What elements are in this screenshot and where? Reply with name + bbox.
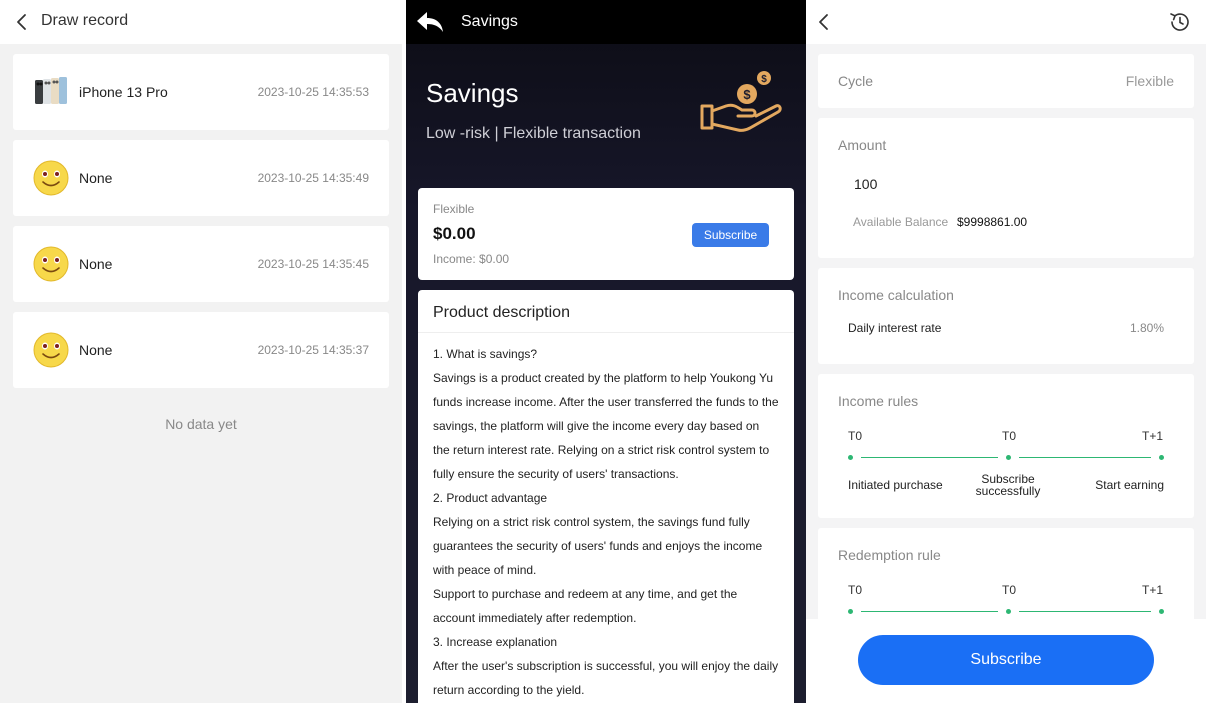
svg-text:$: $ [761, 74, 767, 85]
hero-title: Savings [426, 78, 519, 108]
timeline-step-time: T+1 [1142, 583, 1164, 597]
subscribe-form-screen: Cycle Flexible Amount 100 Available Bala… [806, 0, 1206, 703]
timeline-step-time: T0 [848, 429, 863, 443]
record-item[interactable]: iPhone 13 Pro 2023-10-25 14:35:53 [13, 54, 389, 130]
timeline-step-time: T+1 [1142, 429, 1164, 443]
description-line: savings, the platform will give the inco… [433, 419, 760, 433]
page-title: Savings [461, 13, 518, 30]
timeline-line [1019, 611, 1151, 612]
timeline-dot [1159, 455, 1164, 460]
redemption-rule-title: Redemption rule [838, 547, 941, 563]
page-title: Draw record [41, 12, 129, 29]
description-line: Relying on a strict risk control system,… [433, 515, 750, 529]
amount-label: Amount [838, 137, 887, 153]
empty-state-text: No data yet [165, 416, 237, 432]
timeline-step-time: T0 [848, 583, 863, 597]
available-balance-label: Available Balance [853, 215, 949, 229]
draw-record-header: Draw record [0, 0, 402, 44]
iphone-thumbnail [35, 77, 67, 104]
balance-amount: $0.00 [433, 224, 476, 243]
record-name: None [79, 170, 113, 186]
product-description-card: Product description 1. What is savings? … [418, 290, 794, 703]
record-item[interactable]: None 2023-10-25 14:35:37 [13, 312, 389, 388]
description-body: 1. What is savings? Savings is a product… [433, 342, 788, 702]
footer-bar: Subscribe [806, 619, 1206, 703]
hero-subtitle: Low -risk | Flexible transaction [426, 125, 641, 142]
record-time: 2023-10-25 14:35:53 [257, 85, 369, 99]
amount-card: Amount 100 Available Balance $9998861.00 [818, 118, 1194, 258]
income-calculation-title: Income calculation [838, 287, 954, 303]
subscribe-button[interactable]: Subscribe [858, 635, 1154, 685]
draw-record-screen: Draw record iPhone 13 Pro 2023-10-25 14:… [0, 0, 402, 703]
description-line: Support to purchase and redeem at any ti… [433, 587, 738, 601]
timeline-step-time: T0 [1002, 429, 1017, 443]
timeline-dot [1006, 609, 1011, 614]
flexible-card: Flexible $0.00 Income: $0.00 Subscribe [418, 188, 794, 280]
section-title: Product description [433, 304, 570, 321]
description-line: fully ensure the security of users' tran… [433, 467, 679, 481]
back-arrow-icon[interactable] [414, 8, 446, 36]
chevron-left-icon[interactable] [814, 12, 834, 32]
savings-header: Savings [406, 0, 806, 44]
daily-rate-label: Daily interest rate [848, 321, 942, 335]
record-time: 2023-10-25 14:35:49 [257, 171, 369, 185]
timeline-line [861, 611, 998, 612]
chevron-left-icon[interactable] [12, 12, 32, 32]
amount-input[interactable]: 100 [854, 176, 877, 192]
income-text: Income: $0.00 [433, 252, 510, 266]
redemption-timeline: T0 T0 T+1 [818, 583, 1194, 623]
record-name: iPhone 13 Pro [79, 84, 168, 100]
description-line: After the user's subscription is success… [433, 659, 779, 673]
record-name: None [79, 256, 113, 272]
description-line: 2. Product advantage [433, 491, 548, 505]
savings-screen: Savings Savings Low -risk | Flexible tra… [406, 0, 806, 703]
cycle-value: Flexible [1125, 73, 1174, 89]
timeline-step-label: Subscribe successfully [968, 473, 1048, 497]
product-type-label: Flexible [433, 202, 475, 216]
timeline-step-label-line: successfully [975, 484, 1041, 498]
income-rules-title: Income rules [838, 393, 919, 409]
record-item[interactable]: None 2023-10-25 14:35:49 [13, 140, 389, 216]
timeline-step-time: T0 [1002, 583, 1017, 597]
description-line: account immediately after redemption. [433, 611, 637, 625]
smiley-icon [33, 246, 69, 282]
description-line: return according to the yield. [433, 683, 585, 697]
record-name: None [79, 342, 113, 358]
svg-text:$: $ [743, 87, 751, 102]
timeline-line [861, 457, 998, 458]
available-balance-value: $9998861.00 [957, 215, 1028, 229]
timeline-dot [1006, 455, 1011, 460]
description-line: Savings is a product created by the plat… [433, 371, 774, 385]
timeline-step-label: Start earning [1095, 478, 1164, 492]
income-calculation-card: Income calculation Daily interest rate 1… [818, 268, 1194, 364]
description-line: 1. What is savings? [433, 347, 538, 361]
hand-coin-icon: $ $ [700, 71, 782, 132]
smiley-icon [33, 160, 69, 196]
description-line: with peace of mind. [433, 563, 537, 577]
timeline-step-label: Initiated purchase [848, 478, 943, 492]
description-line: the return interest rate. Relying on a s… [433, 443, 770, 457]
daily-rate-value: 1.80% [1129, 321, 1164, 335]
cycle-label: Cycle [838, 73, 874, 89]
divider [418, 332, 794, 333]
clock-history-icon[interactable] [1168, 10, 1192, 34]
record-time: 2023-10-25 14:35:37 [257, 343, 369, 357]
record-time: 2023-10-25 14:35:45 [257, 257, 369, 271]
income-timeline: T0 T0 T+1 Initiated purchase Subscribe s… [818, 429, 1194, 509]
description-line: 3. Increase explanation [433, 635, 558, 649]
income-rules-card: Income rules T0 T0 T+1 Initiated purchas… [818, 374, 1194, 518]
form-header [806, 0, 1206, 44]
timeline-dot [1159, 609, 1164, 614]
cycle-row[interactable]: Cycle Flexible [818, 54, 1194, 108]
description-line: funds increase income. After the user tr… [433, 395, 779, 409]
smiley-icon [33, 332, 69, 368]
record-item[interactable]: None 2023-10-25 14:35:45 [13, 226, 389, 302]
timeline-dot [848, 609, 853, 614]
description-line: guarantees the security of users' funds … [433, 539, 763, 553]
timeline-dot [848, 455, 853, 460]
timeline-line [1019, 457, 1151, 458]
subscribe-button[interactable]: Subscribe [692, 223, 769, 247]
